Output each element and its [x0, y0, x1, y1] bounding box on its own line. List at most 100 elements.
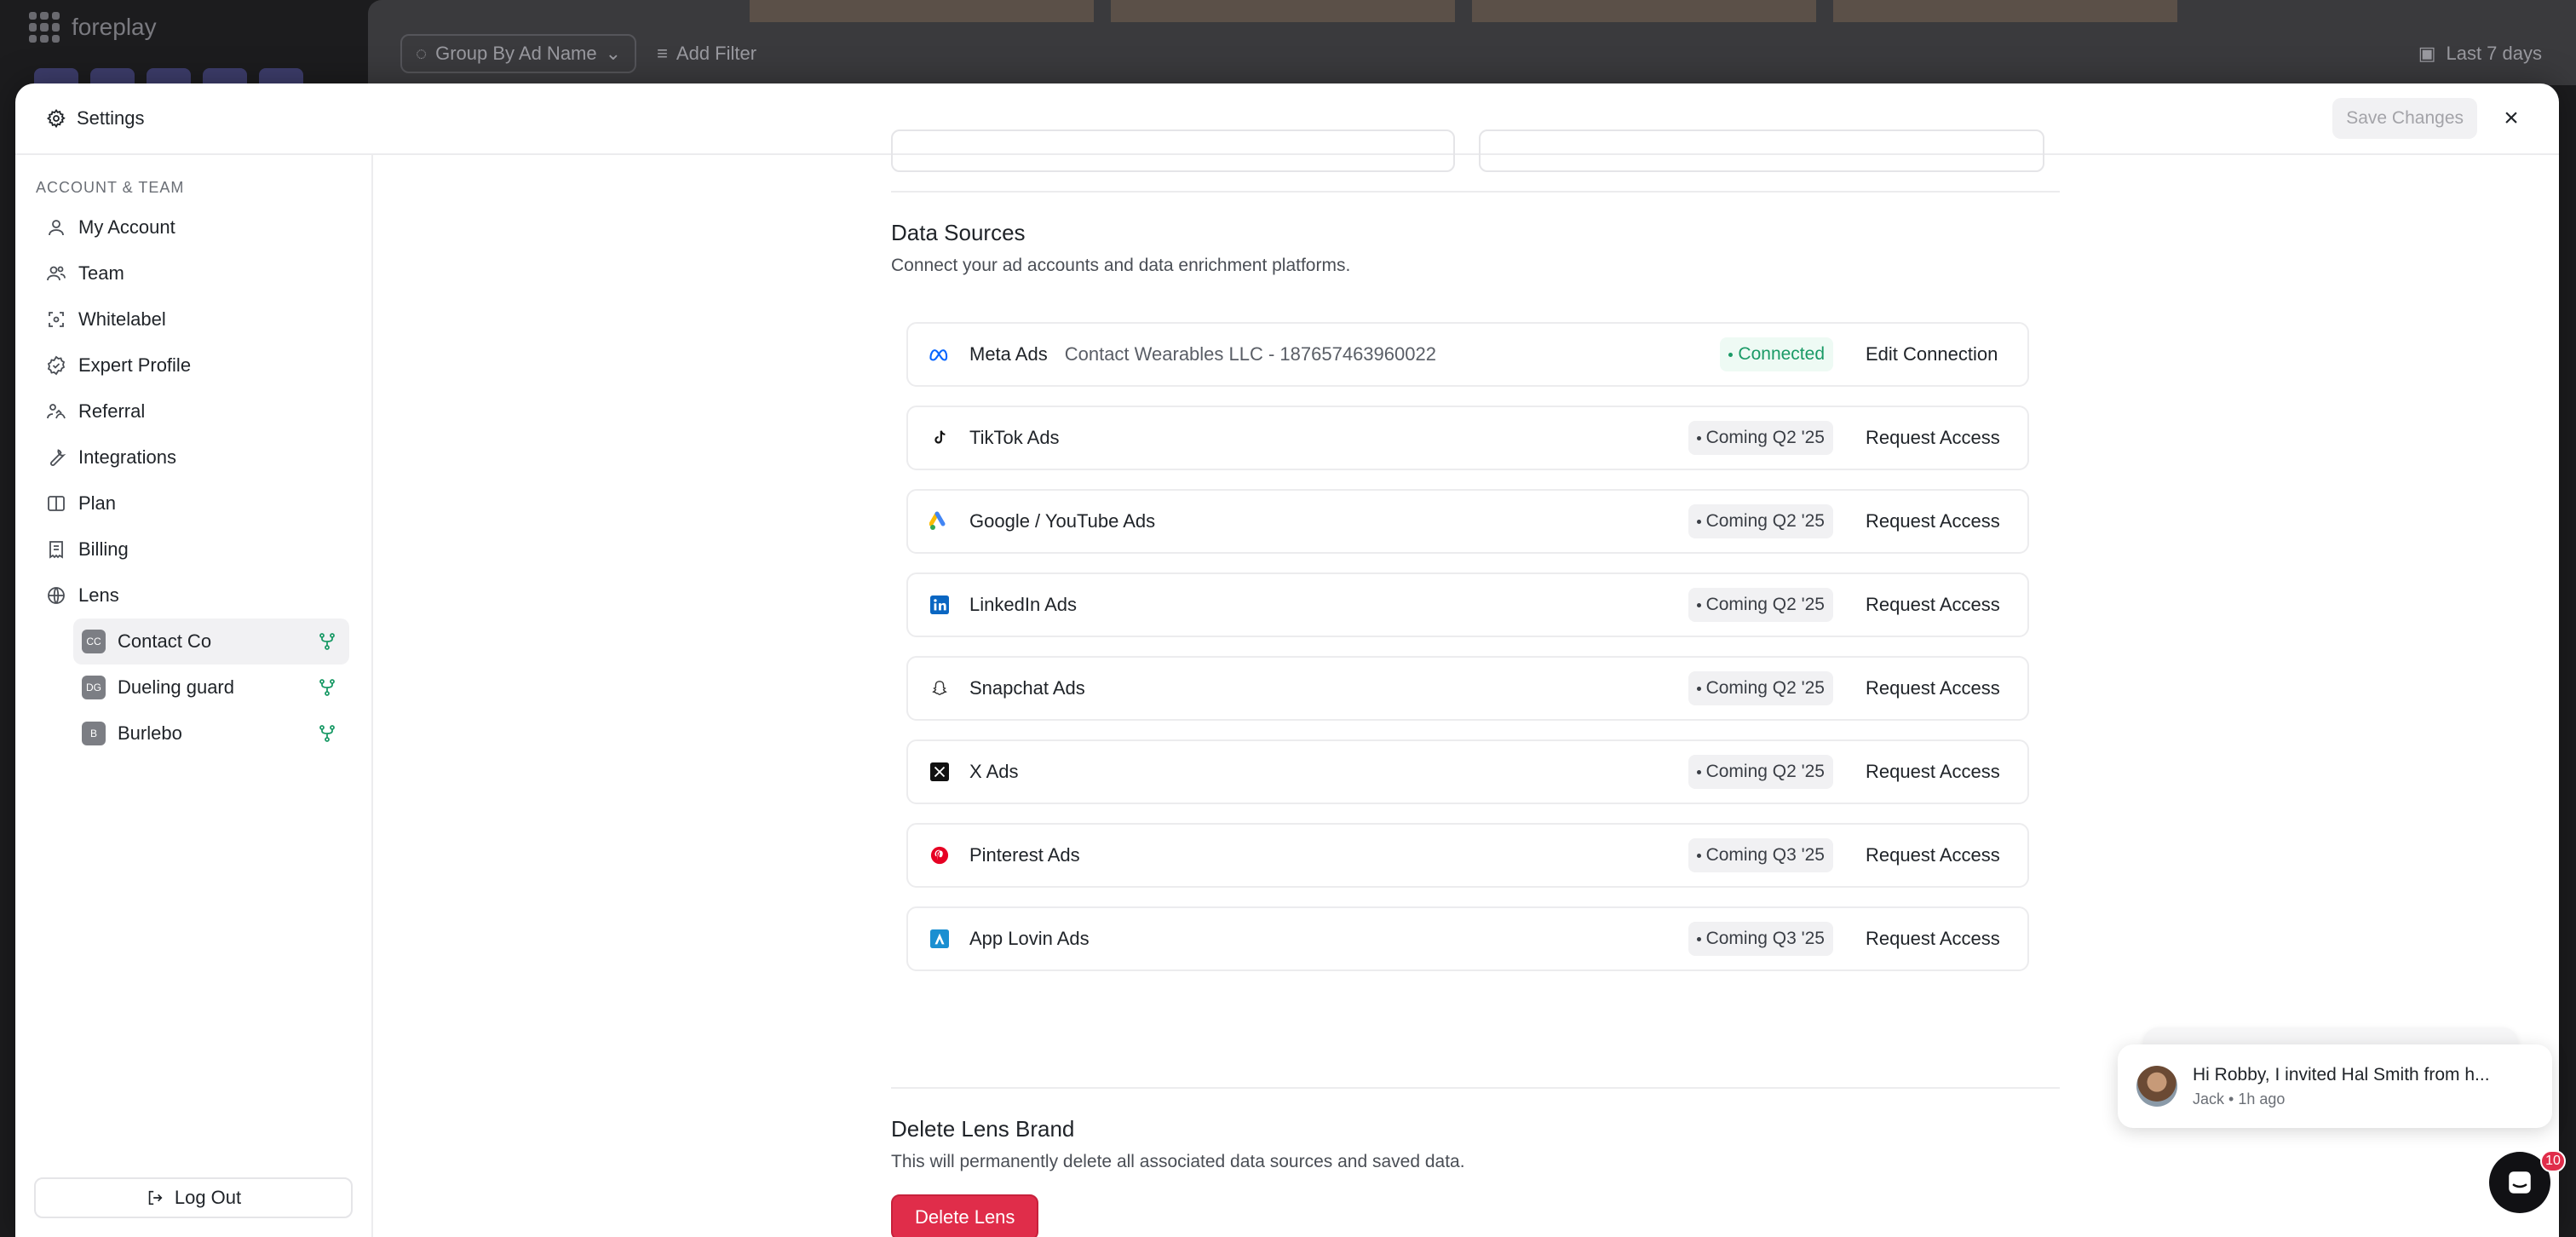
top-inputs-partial — [891, 129, 2060, 172]
branch-icon — [319, 679, 335, 696]
lens-item-burlebo[interactable]: B Burlebo — [73, 711, 349, 757]
tiktok-icon — [929, 427, 951, 449]
pinterest-icon — [929, 844, 951, 866]
sidebar-item-label: My Account — [78, 216, 175, 238]
request-access-button[interactable]: Request Access — [1866, 928, 2007, 950]
whitelabel-icon — [49, 312, 64, 327]
meta-icon — [929, 343, 951, 365]
close-icon[interactable]: × — [2494, 101, 2528, 135]
data-source-row-meta: Meta Ads Contact Wearables LLC - 1876574… — [906, 322, 2029, 387]
sidebar-item-team[interactable]: Team — [34, 250, 349, 296]
sidebar-item-referral[interactable]: Referral — [34, 388, 349, 434]
book-icon — [48, 496, 65, 511]
lens-item-dueling-guard[interactable]: DG Dueling guard — [73, 665, 349, 711]
sidebar-item-label: Team — [78, 262, 124, 284]
linkedin-icon — [929, 594, 951, 616]
globe-icon — [48, 587, 65, 604]
delete-lens-button[interactable]: Delete Lens — [891, 1194, 1039, 1237]
log-out-icon — [148, 1190, 163, 1205]
data-source-row-google: Google / YouTube Ads Coming Q2 '25 Reque… — [906, 489, 2029, 554]
calendar-icon: ▣ — [2418, 43, 2436, 64]
status-badge: Coming Q2 '25 — [1688, 504, 1833, 538]
chevron-down-icon: ⌄ — [605, 43, 622, 64]
save-changes-button[interactable]: Save Changes — [2332, 98, 2477, 139]
lens-name: Contact Co — [118, 630, 212, 652]
sidebar-item-integrations[interactable]: Integrations — [34, 434, 349, 480]
data-source-name: LinkedIn Ads — [969, 594, 1077, 615]
sidebar-item-plan[interactable]: Plan — [34, 480, 349, 526]
cropped-input-right[interactable] — [1479, 129, 2044, 172]
date-range-label: Last 7 days — [2446, 43, 2542, 64]
bg-thumbnails — [750, 0, 2177, 22]
data-source-name: Pinterest Ads — [969, 844, 1080, 866]
data-source-row-x: X Ads Coming Q2 '25 Request Access — [906, 739, 2029, 804]
delete-lens-description: This will permanently delete all associa… — [891, 1152, 1465, 1171]
log-out-button[interactable]: Log Out — [34, 1177, 353, 1218]
status-badge: Coming Q2 '25 — [1688, 421, 1833, 455]
data-source-row-linkedin: LinkedIn Ads Coming Q2 '25 Request Acces… — [906, 572, 2029, 637]
branch-icon — [319, 633, 335, 650]
status-badge: Coming Q2 '25 — [1688, 671, 1833, 705]
status-badge: Coming Q3 '25 — [1688, 838, 1833, 872]
log-out-label: Log Out — [174, 1187, 242, 1208]
unread-count-badge: 10 — [2540, 1150, 2566, 1172]
bg-toolbar: ◌ Group By Ad Name ⌄ ≡ Add Filter ▣ Last… — [400, 34, 2542, 73]
data-source-name: X Ads — [969, 761, 1019, 782]
sidebar-item-label: Whitelabel — [78, 308, 166, 330]
data-source-row-tiktok: TikTok Ads Coming Q2 '25 Request Access — [906, 406, 2029, 470]
sidebar-nav: My Account Team Whitelabel Expert Profil… — [34, 204, 349, 757]
applovin-icon — [929, 928, 951, 950]
receipt-icon — [49, 541, 63, 559]
data-source-row-applovin: App Lovin Ads Coming Q3 '25 Request Acce… — [906, 906, 2029, 971]
badge-check-icon — [47, 355, 66, 376]
lens-avatar: B — [82, 722, 106, 745]
edit-connection-button[interactable]: Edit Connection — [1866, 343, 2007, 365]
logo-text: foreplay — [72, 14, 157, 40]
chat-notification[interactable]: Hi Robby, I invited Hal Smith from h... … — [2118, 1044, 2552, 1128]
data-source-row-pinterest: Pinterest Ads Coming Q3 '25 Request Acce… — [906, 823, 2029, 888]
google-ads-icon — [929, 510, 951, 532]
data-source-name: Meta Ads — [969, 343, 1048, 365]
cropped-input-left[interactable] — [891, 129, 1455, 172]
avatar — [2136, 1066, 2177, 1107]
sidebar-item-label: Integrations — [78, 446, 176, 468]
status-badge: Coming Q3 '25 — [1688, 922, 1833, 956]
data-sources-list: Meta Ads Contact Wearables LLC - 1876574… — [906, 322, 2029, 990]
data-source-name: App Lovin Ads — [969, 928, 1090, 949]
request-access-button[interactable]: Request Access — [1866, 761, 2007, 783]
filter-icon: ≡ — [657, 43, 668, 64]
x-icon — [929, 761, 951, 783]
sidebar-item-label: Referral — [78, 400, 146, 422]
snapchat-icon — [929, 677, 951, 699]
gear-icon — [46, 108, 66, 129]
data-source-account: Contact Wearables LLC - 187657463960022 — [1064, 343, 1436, 365]
branch-icon — [319, 725, 335, 742]
sidebar-item-billing[interactable]: Billing — [34, 526, 349, 572]
sidebar-item-label: Lens — [78, 584, 119, 606]
sidebar-item-my-account[interactable]: My Account — [34, 204, 349, 250]
referral-icon — [47, 404, 66, 419]
data-source-name: TikTok Ads — [969, 427, 1060, 448]
request-access-button[interactable]: Request Access — [1866, 594, 2007, 616]
request-access-button[interactable]: Request Access — [1866, 844, 2007, 866]
lens-name: Dueling guard — [118, 676, 234, 698]
settings-sidebar: ACCOUNT & TEAM My Account Team Whitelabe… — [15, 155, 373, 1237]
request-access-button[interactable]: Request Access — [1866, 510, 2007, 532]
data-sources-description: Connect your ad accounts and data enrich… — [891, 256, 1351, 275]
sidebar-item-label: Plan — [78, 492, 117, 514]
data-source-name: Google / YouTube Ads — [969, 510, 1156, 532]
request-access-button[interactable]: Request Access — [1866, 427, 2007, 449]
data-source-row-snapchat: Snapchat Ads Coming Q2 '25 Request Acces… — [906, 656, 2029, 721]
status-badge: Coming Q2 '25 — [1688, 755, 1833, 789]
lens-avatar: DG — [82, 676, 106, 699]
sidebar-item-lens[interactable]: Lens — [34, 572, 349, 618]
sidebar-item-expert-profile[interactable]: Expert Profile — [34, 342, 349, 388]
status-badge: Connected — [1720, 337, 1833, 371]
sidebar-item-whitelabel[interactable]: Whitelabel — [34, 296, 349, 342]
wrench-icon — [50, 449, 66, 466]
lens-item-contact-co[interactable]: CC Contact Co — [73, 618, 349, 665]
chat-message: Hi Robby, I invited Hal Smith from h... — [2193, 1064, 2490, 1085]
user-icon — [49, 220, 64, 236]
modal-title-text: Settings — [77, 107, 145, 129]
request-access-button[interactable]: Request Access — [1866, 677, 2007, 699]
